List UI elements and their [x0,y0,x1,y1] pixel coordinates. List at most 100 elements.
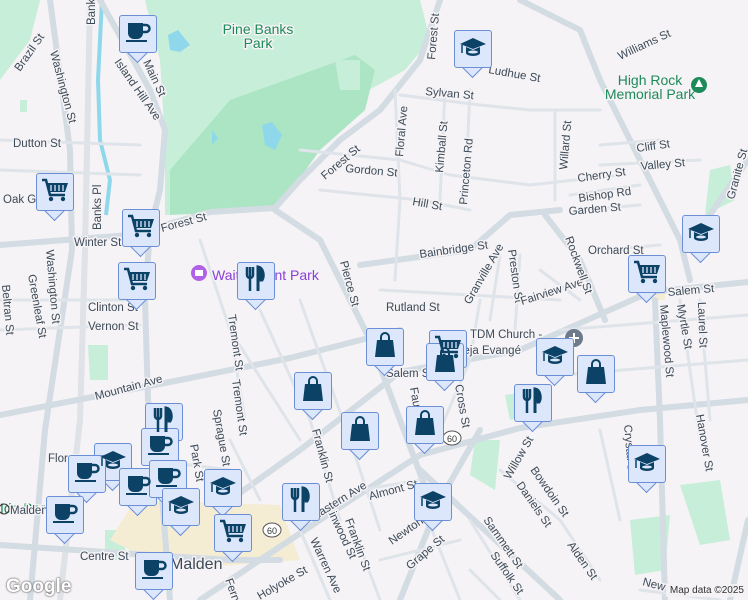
shopping-cart-icon [41,177,69,208]
tree-park-icon [691,77,707,93]
coffee-cup-icon [125,20,151,49]
svg-text:Gordon St: Gordon St [345,163,399,180]
school-marker[interactable] [536,338,574,387]
shopping-cart-icon [127,213,155,244]
shopping-marker[interactable] [294,372,332,421]
coffee-cup-icon [125,473,151,502]
marker-box[interactable] [366,328,404,366]
svg-text:Dutton St: Dutton St [13,138,62,150]
svg-text:Garden St: Garden St [568,201,622,218]
svg-text:Bainbridge St: Bainbridge St [419,239,490,261]
poi-label-tdm-church[interactable]: TDM Church - [469,328,544,343]
coffee-cup-icon [147,433,173,462]
svg-text:Franklin St: Franklin St [309,428,335,485]
graduation-cap-icon [167,494,195,521]
marker-box[interactable] [514,384,552,422]
fork-knife-icon [521,386,545,420]
svg-text:Myrtle St: Myrtle St [674,303,694,351]
svg-text:Ferry St: Ferry St [222,577,248,600]
graduation-cap-icon [687,221,715,248]
shopping-bag-icon [584,358,608,391]
svg-text:Rutland St: Rutland St [386,302,441,314]
svg-text:Park St: Park St [187,443,206,483]
restaurant-marker[interactable] [514,384,552,433]
grocery-marker[interactable] [628,255,666,304]
marker-box[interactable] [628,445,666,483]
marker-box[interactable] [204,469,242,507]
school-marker[interactable] [162,488,200,537]
svg-text:Cherry St: Cherry St [577,166,628,185]
restaurant-marker[interactable] [237,262,275,311]
svg-text:Vernon St: Vernon St [88,321,139,333]
shopping-marker[interactable] [366,328,404,377]
grocery-marker[interactable] [118,262,156,311]
graduation-cap-icon [541,344,569,371]
park-label-pine-banks-2[interactable]: Park [242,34,275,53]
svg-text:Banks: Banks [86,0,98,25]
marker-box[interactable] [294,372,332,410]
shopping-marker[interactable] [577,355,615,404]
svg-text:Sprague St: Sprague St [210,408,232,468]
svg-text:Centre St: Centre St [80,551,129,563]
marker-box[interactable] [682,215,720,253]
google-logo[interactable]: Google [6,576,71,598]
cafe-marker[interactable] [135,552,173,600]
fork-knife-icon [289,485,313,519]
marker-box[interactable] [36,173,74,211]
svg-text:Tremont St: Tremont St [225,314,245,372]
marker-box[interactable] [118,262,156,300]
marker-box[interactable] [162,488,200,526]
marker-box[interactable] [282,483,320,521]
svg-text:Forest St: Forest St [426,12,442,60]
marker-box[interactable] [237,262,275,300]
svg-text:Alden St: Alden St [565,540,600,583]
restaurant-marker[interactable] [282,483,320,532]
shopping-bag-icon [373,331,397,364]
shopping-marker[interactable] [341,412,379,461]
marker-box[interactable] [454,30,492,68]
marker-box[interactable] [135,552,173,590]
marker-box[interactable] [119,15,157,53]
school-marker[interactable] [454,30,492,79]
svg-text:Ludhue St: Ludhue St [487,64,542,85]
map-attribution[interactable]: Map data ©2025 [665,584,748,597]
cafe-marker[interactable] [119,15,157,64]
shopping-cart-icon [123,266,151,297]
coffee-cup-icon [52,501,78,530]
svg-text:Laurel St: Laurel St [695,302,709,349]
coffee-cup-icon [141,557,167,586]
svg-text:60: 60 [267,526,277,536]
cafe-marker[interactable] [46,496,84,545]
graduation-cap-icon [209,475,237,502]
marker-box[interactable] [577,355,615,393]
marker-box[interactable] [122,209,160,247]
marker-box[interactable] [414,483,452,521]
grocery-marker[interactable] [214,514,252,563]
svg-text:Fairview Ave: Fairview Ave [519,276,585,307]
shopping-cart-icon [219,518,247,549]
park-label-high-rock-2[interactable]: Memorial Park [603,85,697,104]
coffee-cup-icon [74,460,100,489]
grocery-marker[interactable] [36,173,74,222]
graduation-cap-icon [419,489,447,516]
school-marker[interactable] [414,483,452,532]
camera-attraction-icon [191,265,207,281]
shopping-bag-icon [433,346,457,379]
svg-text:Princeton Rd: Princeton Rd [458,138,476,205]
marker-box[interactable] [536,338,574,376]
svg-text:Hanover St: Hanover St [693,413,715,473]
marker-box[interactable] [341,412,379,450]
school-marker[interactable] [628,445,666,494]
shopping-bag-icon [348,415,372,448]
marker-box[interactable] [46,496,84,534]
marker-box[interactable] [628,255,666,293]
graduation-cap-icon [459,36,487,63]
marker-box[interactable] [214,514,252,552]
svg-text:Valley St: Valley St [640,157,686,173]
marker-box[interactable] [406,406,444,444]
shopping-marker[interactable] [406,406,444,455]
school-marker[interactable] [204,469,242,518]
grocery-marker[interactable] [122,209,160,258]
school-marker[interactable] [682,215,720,264]
svg-text:Kimball St: Kimball St [434,120,451,173]
